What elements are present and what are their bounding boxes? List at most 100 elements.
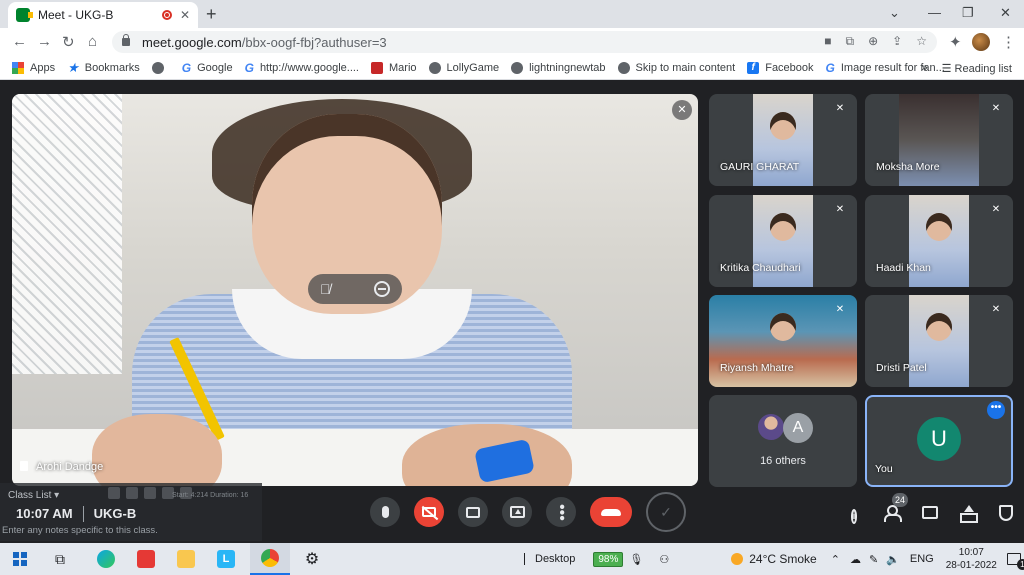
edge-button[interactable] xyxy=(90,543,122,575)
home-icon[interactable]: ⌂ xyxy=(88,33,97,50)
activities-button[interactable] xyxy=(959,505,978,523)
participant-tile[interactable]: ✕ Moksha More xyxy=(865,94,1013,186)
bookmark-bookmarks[interactable]: ★ Bookmarks xyxy=(67,61,140,74)
captions-button[interactable] xyxy=(458,497,488,527)
close-window-icon[interactable]: ✕ xyxy=(1000,5,1011,21)
class-list-dropdown[interactable]: Class List ▾ xyxy=(8,490,59,501)
camera-icon[interactable]: ■ xyxy=(824,34,831,49)
participant-tile[interactable]: ✕ Kritika Chaudhari xyxy=(709,195,857,287)
bookmark-globe[interactable] xyxy=(151,61,170,74)
google-icon: G xyxy=(825,60,835,75)
extensions-icon[interactable]: ✦ xyxy=(949,33,962,51)
camera-toggle-button[interactable] xyxy=(414,497,444,527)
l-app-icon: L xyxy=(217,550,235,568)
meeting-details-button[interactable]: i xyxy=(845,505,863,524)
language-indicator[interactable]: ENG xyxy=(910,553,934,565)
video-content xyxy=(92,414,222,486)
bookmark-google[interactable]: G Google xyxy=(182,62,233,74)
participant-name: Dristi Patel xyxy=(876,362,927,374)
bookmarks-overflow-button[interactable]: » xyxy=(921,62,927,74)
participant-tile[interactable]: ✕ GAURI GHARAT xyxy=(709,94,857,186)
file-explorer-button[interactable] xyxy=(170,543,202,575)
bookmark-star-icon[interactable]: ☆ xyxy=(916,34,927,49)
profile-avatar[interactable] xyxy=(972,33,990,51)
notes-input[interactable]: Enter any notes specific to this class. xyxy=(2,525,158,536)
participant-tile[interactable]: ✕ Haadi Khan xyxy=(865,195,1013,287)
pen-icon[interactable]: ✎ xyxy=(869,553,878,566)
app-icon xyxy=(137,550,155,568)
check-button[interactable]: ✓ xyxy=(646,492,686,532)
app-button[interactable] xyxy=(130,543,162,575)
participant-name: Riyansh Mhatre xyxy=(720,362,794,374)
more-options-button[interactable]: ••• xyxy=(546,497,576,527)
mic-off-icon: ✕ xyxy=(991,204,1001,215)
main-video-tile[interactable]: 🎙̸ ✕ Arohi Dandge xyxy=(12,94,698,486)
recording-icon xyxy=(161,10,172,20)
tile-hover-controls[interactable]: 🎙̸ xyxy=(308,274,402,304)
mic-button[interactable] xyxy=(370,497,400,527)
weather-widget[interactable]: 24°C Smoke xyxy=(731,552,817,566)
leave-call-button[interactable] xyxy=(590,497,632,527)
forward-icon[interactable]: → xyxy=(37,33,52,50)
camera-off-icon xyxy=(422,507,436,517)
participant-tile[interactable]: ✕ Riyansh Mhatre xyxy=(709,295,857,387)
new-tab-icon[interactable]: + xyxy=(206,4,217,25)
avatar xyxy=(757,413,785,441)
chrome-button[interactable] xyxy=(250,543,290,575)
more-options-icon[interactable]: ••• xyxy=(987,401,1005,419)
people-tray-icon[interactable]: ⚇ xyxy=(659,553,669,566)
browser-tab-meet[interactable]: Meet - UKG-B ✕ xyxy=(8,2,198,28)
bookmark-skip[interactable]: Skip to main content xyxy=(617,61,735,74)
chat-button[interactable] xyxy=(921,505,939,523)
mic-off-icon[interactable]: 🎙̸ xyxy=(320,281,331,297)
lock-icon xyxy=(122,34,130,46)
remove-icon[interactable] xyxy=(374,281,390,297)
address-input[interactable]: meet.google.com/bbx-oogf-fbj?authuser=3 … xyxy=(112,31,937,53)
notification-icon[interactable]: 1 xyxy=(1006,553,1024,570)
people-button[interactable]: 24 xyxy=(883,493,908,523)
participant-name: Moksha More xyxy=(876,161,940,173)
bookmark-google-url[interactable]: Ghttp://www.google.... xyxy=(245,62,359,74)
zoom-icon[interactable]: ⊕ xyxy=(868,34,878,49)
tray-overflow-icon[interactable]: ⌃ xyxy=(831,553,840,566)
bookmark-apps[interactable]: Apps xyxy=(12,61,55,74)
minimize-icon[interactable]: — xyxy=(928,5,941,20)
url-host: meet.google.com xyxy=(142,34,242,50)
participant-tile[interactable]: ✕ Dristi Patel xyxy=(865,295,1013,387)
close-tab-icon[interactable]: ✕ xyxy=(180,8,190,22)
bookmark-lightningnewtab[interactable]: lightningnewtab xyxy=(511,61,606,74)
volume-icon[interactable]: 🔈 xyxy=(886,553,900,566)
task-view-button[interactable]: ⧉ xyxy=(44,543,76,575)
pin-icon xyxy=(20,461,28,471)
restore-icon[interactable]: ❐ xyxy=(962,5,974,21)
network-icon[interactable]: ☁ xyxy=(850,553,861,566)
reading-list-label: Reading list xyxy=(954,62,1012,75)
share-icon[interactable]: ⇪ xyxy=(892,34,902,49)
others-tile[interactable]: A 16 others xyxy=(709,395,857,487)
self-tile[interactable]: ••• U You xyxy=(865,395,1013,487)
tab-search-icon[interactable]: ⌄ xyxy=(889,5,900,21)
battery-indicator[interactable]: 98% xyxy=(593,551,624,567)
present-button[interactable] xyxy=(502,497,532,527)
bookmark-facebook[interactable]: f Facebook xyxy=(747,61,814,74)
reading-list-button[interactable]: ☰ Reading list xyxy=(942,62,1012,75)
settings-button[interactable]: ⚙ xyxy=(296,543,328,575)
start-button[interactable] xyxy=(4,543,36,575)
host-controls-button[interactable] xyxy=(997,505,1015,523)
clock[interactable]: 10:07 28-01-2022 xyxy=(946,546,997,572)
bookmark-mario[interactable]: Mario xyxy=(371,61,417,74)
mic-tray-icon[interactable]: 🎙 xyxy=(629,553,643,566)
menu-icon[interactable]: ⋮ xyxy=(1001,33,1016,51)
back-icon[interactable]: ← xyxy=(12,33,27,50)
open-external-icon[interactable]: ⧉ xyxy=(846,34,855,49)
people-icon xyxy=(884,505,902,522)
google-meet-icon xyxy=(16,8,33,22)
reload-icon[interactable]: ↻ xyxy=(62,33,75,51)
hangup-icon xyxy=(601,508,621,516)
bookmark-lollygame[interactable]: LollyGame xyxy=(428,61,499,74)
present-icon xyxy=(509,506,525,518)
app-l-button[interactable]: L xyxy=(210,543,242,575)
mic-off-icon: ✕ xyxy=(991,304,1001,315)
desktop-toolbar[interactable]: Desktop xyxy=(524,553,575,565)
participant-name: Kritika Chaudhari xyxy=(720,262,801,274)
